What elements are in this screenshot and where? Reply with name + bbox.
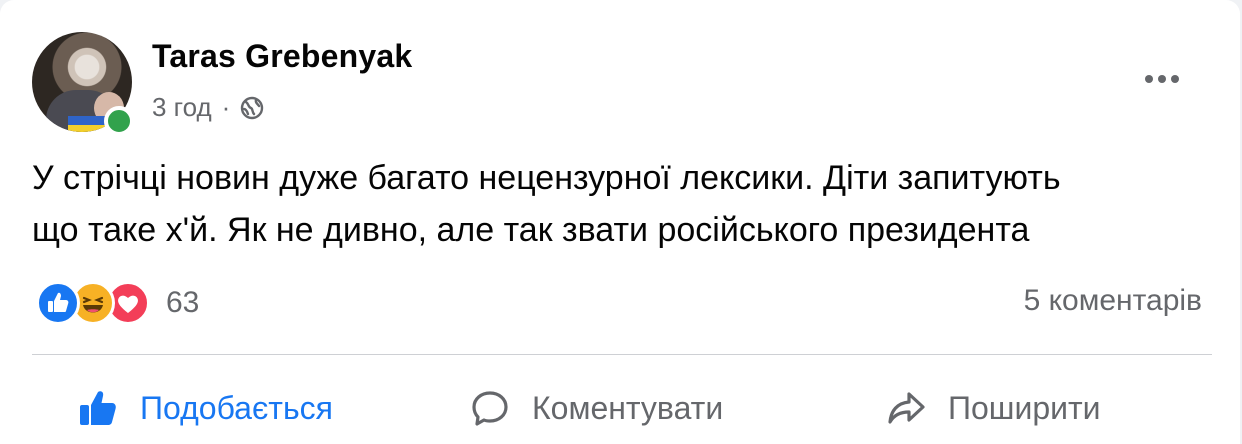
- globe-icon[interactable]: [240, 96, 264, 120]
- share-arrow-icon: [886, 388, 926, 428]
- comment-button-label: Коментувати: [532, 389, 724, 426]
- post-text: У стрічці новин дуже багато нецензурної …: [32, 152, 1212, 256]
- post-text-line: У стрічці новин дуже багато нецензурної …: [32, 159, 1061, 197]
- like-button[interactable]: Подобається: [78, 382, 333, 434]
- comments-count-link[interactable]: 5 коментарів: [1024, 284, 1202, 318]
- post-card: Taras Grebenyak 3 год · У стрічці новин …: [0, 0, 1240, 444]
- comment-button[interactable]: Коментувати: [470, 382, 723, 434]
- post-meta: 3 год ·: [152, 92, 264, 123]
- like-reaction-icon: [36, 281, 80, 325]
- post-author-name[interactable]: Taras Grebenyak: [152, 38, 412, 75]
- thumbs-up-icon: [78, 388, 118, 428]
- reactions-summary[interactable]: 63: [36, 280, 199, 326]
- like-button-label: Подобається: [140, 389, 333, 426]
- post-text-line: що таке х'й. Як не дивно, але так звати …: [32, 211, 1030, 249]
- online-status-indicator: [104, 106, 134, 136]
- share-button[interactable]: Поширити: [886, 382, 1101, 434]
- actions-divider: [32, 354, 1212, 355]
- post-timestamp[interactable]: 3 год: [152, 92, 212, 123]
- reaction-count: 63: [166, 286, 200, 319]
- share-button-label: Поширити: [948, 389, 1101, 426]
- comment-bubble-icon: [470, 388, 510, 428]
- more-options-icon[interactable]: [1136, 64, 1188, 94]
- meta-separator: ·: [221, 92, 231, 122]
